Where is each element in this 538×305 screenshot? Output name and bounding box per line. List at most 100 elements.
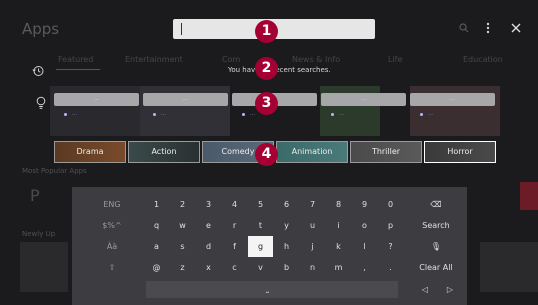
suggestion-dot-icon — [242, 113, 245, 116]
close-icon[interactable] — [511, 22, 521, 36]
text-cursor — [181, 23, 182, 35]
key[interactable]: e — [196, 217, 221, 234]
key[interactable]: ? — [378, 238, 403, 255]
key[interactable]: h — [274, 238, 299, 255]
suggestion-title: … — [410, 93, 495, 106]
key[interactable]: r — [222, 217, 247, 234]
bg-section-label: Most Popular Apps — [22, 167, 87, 175]
key[interactable]: k — [326, 238, 351, 255]
left-arrow-key[interactable]: ◁ — [415, 281, 435, 298]
key[interactable]: 8 — [326, 196, 351, 213]
suggestion-dot-icon — [420, 113, 423, 116]
key[interactable]: 0 — [378, 196, 403, 213]
suggestion-dot-icon — [64, 113, 67, 116]
genre-thriller[interactable]: Thriller — [350, 141, 422, 163]
suggestion-subtitle: … — [161, 111, 166, 117]
right-arrow-key[interactable]: ▷ — [440, 281, 460, 298]
key[interactable]: x — [196, 259, 221, 276]
key[interactable]: b — [274, 259, 299, 276]
key[interactable]: @ — [144, 259, 169, 276]
key[interactable]: 1 — [144, 196, 169, 213]
suggestion-subtitle: … — [72, 111, 77, 117]
backspace-icon[interactable]: ⌫ — [408, 196, 464, 213]
key[interactable]: 7 — [300, 196, 325, 213]
key[interactable]: 4 — [222, 196, 247, 213]
bg-card — [480, 242, 538, 292]
suggestion-subtitle: … — [339, 111, 344, 117]
suggestion-dot-icon — [331, 113, 334, 116]
space-glyph: ⎵ — [266, 285, 269, 293]
key[interactable]: q — [144, 217, 169, 234]
callout-marker-3: 3 — [255, 92, 278, 115]
bg-tab: Education — [463, 55, 503, 64]
background-title: Apps — [22, 20, 60, 38]
search-icon[interactable] — [459, 22, 469, 36]
recent-searches-message: You have no recent searches. — [228, 66, 331, 74]
bg-app-glyph: P — [30, 186, 40, 205]
key[interactable]: a — [144, 238, 169, 255]
genre-drama[interactable]: Drama — [54, 141, 126, 163]
key[interactable]: z — [170, 259, 195, 276]
callout-marker-2: 2 — [255, 57, 278, 80]
key[interactable]: , — [352, 259, 377, 276]
key-language[interactable]: ENG — [84, 196, 140, 213]
space-key[interactable]: ⎵ — [146, 281, 398, 298]
bg-section-label: Newly Up — [22, 230, 56, 238]
key-accents[interactable]: Àà — [84, 238, 140, 255]
key[interactable]: . — [378, 259, 403, 276]
key-symbols[interactable]: $%^ — [84, 217, 140, 234]
suggestion-title: … — [143, 93, 228, 106]
shift-icon[interactable]: ⇧ — [84, 259, 140, 276]
suggestion-subtitle: … — [250, 111, 255, 117]
genre-action[interactable]: Action — [128, 141, 200, 163]
callout-marker-4: 4 — [255, 143, 278, 166]
suggestion-subtitle: … — [428, 111, 433, 117]
clear-all-key[interactable]: Clear All — [408, 259, 464, 276]
key[interactable]: m — [326, 259, 351, 276]
bg-tab: Life — [388, 55, 403, 64]
bg-tab: News & Info — [292, 55, 341, 64]
suggestion-title: … — [321, 93, 406, 106]
search-key[interactable]: Search — [408, 217, 464, 234]
bg-tab: Featured — [58, 55, 94, 64]
key[interactable]: c — [222, 259, 247, 276]
more-icon[interactable] — [486, 22, 490, 37]
genre-animation[interactable]: Animation — [276, 141, 348, 163]
key[interactable]: p — [378, 217, 403, 234]
key[interactable]: v — [248, 259, 273, 276]
key[interactable]: f — [222, 238, 247, 255]
microphone-icon[interactable]: 🎙 — [408, 238, 464, 255]
key[interactable]: 9 — [352, 196, 377, 213]
key-focused[interactable]: g — [248, 236, 273, 257]
suggestion-card[interactable]: … … — [143, 93, 228, 125]
key[interactable]: n — [300, 259, 325, 276]
bg-tab: Entertainment — [125, 55, 183, 64]
key[interactable]: u — [300, 217, 325, 234]
key[interactable]: 2 — [170, 196, 195, 213]
key[interactable]: t — [248, 217, 273, 234]
key[interactable]: d — [196, 238, 221, 255]
lightbulb-icon — [36, 95, 46, 109]
suggestion-card[interactable]: … … — [410, 93, 495, 125]
suggestion-dot-icon — [153, 113, 156, 116]
virtual-keyboard: ENG 1 2 3 4 5 6 7 8 9 0 ⌫ $%^ q w e r t … — [72, 187, 467, 305]
key[interactable]: y — [274, 217, 299, 234]
key[interactable]: w — [170, 217, 195, 234]
genre-horror[interactable]: Horror — [424, 141, 496, 163]
suggestion-card[interactable]: … … — [54, 93, 139, 125]
suggestion-title: … — [54, 93, 139, 106]
suggestion-card[interactable]: … … — [321, 93, 406, 125]
history-icon — [32, 62, 44, 76]
callout-marker-1: 1 — [255, 20, 278, 43]
recent-divider — [56, 69, 100, 70]
bg-card — [20, 242, 68, 292]
key[interactable]: j — [300, 238, 325, 255]
key[interactable]: o — [352, 217, 377, 234]
key[interactable]: 6 — [274, 196, 299, 213]
key[interactable]: 3 — [196, 196, 221, 213]
bg-card — [520, 182, 538, 210]
key[interactable]: s — [170, 238, 195, 255]
key[interactable]: l — [352, 238, 377, 255]
key[interactable]: 5 — [248, 196, 273, 213]
key[interactable]: i — [326, 217, 351, 234]
